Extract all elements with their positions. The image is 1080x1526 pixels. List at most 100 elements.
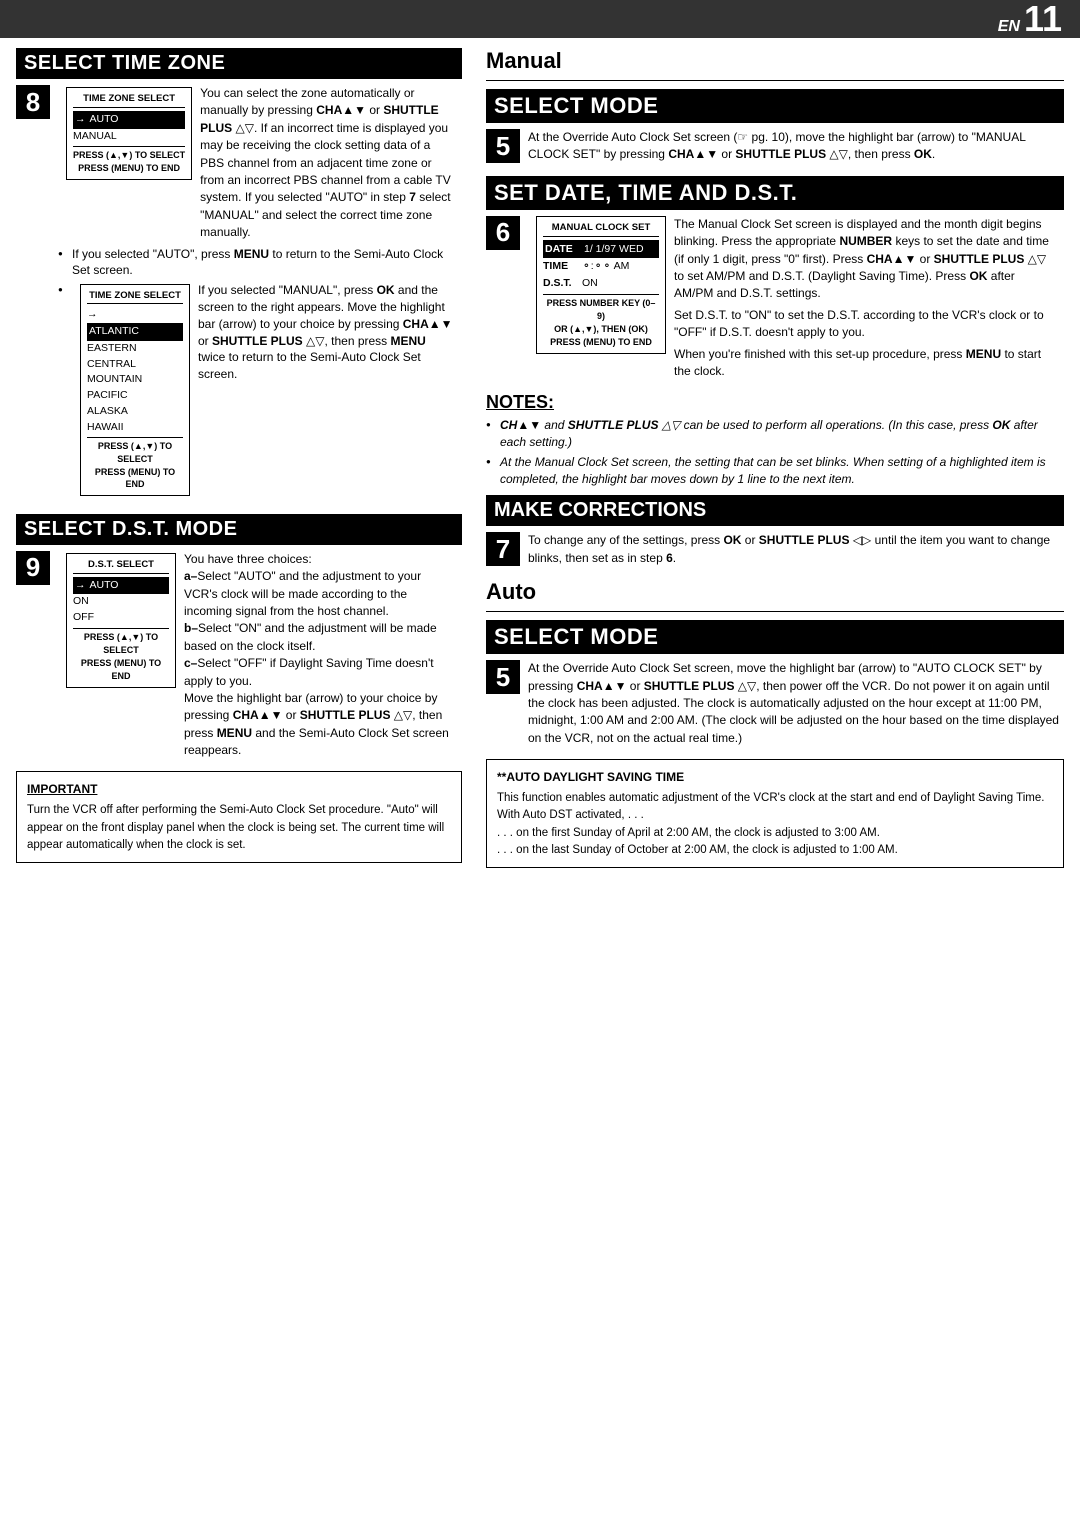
note-2: At the Manual Clock Set screen, the sett… (486, 454, 1064, 488)
shuttle-note1: SHUTTLE PLUS (568, 418, 659, 432)
step-9-content: D.S.T. SELECT → AUTO ON OFF PRESS (▲,▼) … (58, 551, 462, 760)
dst-off: OFF (73, 610, 169, 626)
auto-dst-text2: With Auto DST activated, . . . (497, 807, 1053, 824)
section-9-block: SELECT D.S.T. MODE 9 D.S.T. SELECT → AUT… (16, 514, 462, 760)
en-label: EN (998, 18, 1020, 36)
menu-6: MENU (966, 347, 1001, 361)
cha-note1: CH (500, 418, 517, 432)
mcb-date-val: 1/ 1/97 WED (584, 241, 644, 258)
step-9-number: 9 (16, 551, 50, 585)
tz-arrow-2: → (87, 307, 98, 323)
step-6-p1: The Manual Clock Set screen is displayed… (674, 216, 1056, 303)
mcb-dst-label: D.S.T. (543, 275, 578, 292)
step-6-number: 6 (486, 216, 520, 250)
step-5-manual-text: At the Override Auto Clock Set screen (☞… (528, 129, 1064, 164)
bullet-manual: TIME ZONE SELECT → ATLANTIC EASTERN CENT… (58, 282, 462, 498)
shuttle-5m: SHUTTLE PLUS (735, 147, 826, 161)
step-5-auto-text: At the Override Auto Clock Set screen, m… (528, 660, 1064, 747)
shuttle-bold-2: SHUTTLE PLUS (212, 334, 303, 348)
dst-box: D.S.T. SELECT → AUTO ON OFF PRESS (▲,▼) … (66, 551, 176, 690)
note-2-text: At the Manual Clock Set screen, the sett… (500, 455, 1046, 486)
step-5-auto-content: At the Override Auto Clock Set screen, m… (528, 660, 1064, 747)
tz-alaska: ALASKA (87, 404, 183, 420)
mcb-time-label: TIME (543, 258, 578, 275)
manual-clock-box-wrap: MANUAL CLOCK SET DATE 1/ 1/97 WED TIME ⚬… (536, 216, 666, 354)
step-9-text: You have three choices: a–Select "AUTO" … (184, 551, 454, 760)
step-9-move: Move the highlight bar (arrow) to your c… (184, 690, 454, 760)
section-5-auto-block: SELECT MODE 5 At the Override Auto Clock… (486, 620, 1064, 747)
tz-eastern: EASTERN (87, 341, 183, 357)
note-1: CH▲▼ and SHUTTLE PLUS △▽ can be used to … (486, 417, 1064, 451)
cha-5m: CHA (668, 147, 694, 161)
time-zone-box-2: TIME ZONE SELECT → ATLANTIC EASTERN CENT… (80, 282, 190, 498)
auto-dst-title: **AUTO DAYLIGHT SAVING TIME (497, 768, 1053, 786)
cha-bold-2: CHA (403, 317, 429, 331)
section-9-title: SELECT D.S.T. MODE (16, 514, 462, 545)
make-corrections-title: MAKE CORRECTIONS (486, 495, 1064, 526)
bullet-auto: If you selected "AUTO", press MENU to re… (58, 246, 462, 280)
step-8-content: TIME ZONE SELECT → AUTO MANUAL PRESS (▲,… (58, 85, 462, 502)
step-9-c: c–Select "OFF" if Daylight Saving Time d… (184, 655, 454, 690)
shuttle-6: SHUTTLE PLUS (934, 252, 1025, 266)
section-5-manual-title: SELECT MODE (486, 89, 1064, 123)
tz-display-2: TIME ZONE SELECT → ATLANTIC EASTERN CENT… (80, 284, 190, 496)
tz-manual: MANUAL (73, 129, 117, 145)
step-6-content: MANUAL CLOCK SET DATE 1/ 1/97 WED TIME ⚬… (528, 216, 1064, 381)
step-8-para1: You can select the zone automatically or… (200, 85, 454, 242)
right-column: Manual SELECT MODE 5 At the Override Aut… (476, 48, 1064, 868)
make-corrections-block: MAKE CORRECTIONS 7 To change any of the … (486, 495, 1064, 567)
important-text: Turn the VCR off after performing the Se… (27, 802, 451, 854)
step-6-row: 6 MANUAL CLOCK SET DATE 1/ 1/97 WED (486, 216, 1064, 381)
note-1-text: CH▲▼ and SHUTTLE PLUS △▽ can be used to … (500, 418, 1038, 449)
shuttle-7: SHUTTLE PLUS (759, 533, 850, 547)
step-9-with-box: D.S.T. SELECT → AUTO ON OFF PRESS (▲,▼) … (58, 551, 462, 760)
tz-box2-title: TIME ZONE SELECT (87, 289, 183, 304)
manual-clock-display: MANUAL CLOCK SET DATE 1/ 1/97 WED TIME ⚬… (536, 216, 666, 354)
ok-6: OK (969, 269, 987, 283)
auto-label: Auto (486, 579, 1064, 605)
cha-bold-9: CHA (233, 708, 259, 722)
dst-display: D.S.T. SELECT → AUTO ON OFF PRESS (▲,▼) … (66, 553, 176, 688)
mcb-dst-row: D.S.T. ON (543, 275, 659, 292)
step-8-row: 8 TIME ZONE SELECT → AUTO MANUA (16, 85, 462, 502)
left-column: SELECT TIME ZONE 8 TIME ZONE SELECT → AU… (16, 48, 476, 868)
section-8-title: SELECT TIME ZONE (16, 48, 462, 79)
important-box: IMPORTANT Turn the VCR off after perform… (16, 771, 462, 863)
notes-bullets: CH▲▼ and SHUTTLE PLUS △▽ can be used to … (486, 417, 1064, 487)
a-label: a– (184, 569, 197, 583)
step-5-manual-content: At the Override Auto Clock Set screen (☞… (528, 129, 1064, 164)
ok-5m: OK (914, 147, 932, 161)
mcb-press: PRESS NUMBER KEY (0–9)OR (▲,▼), THEN (OK… (543, 294, 659, 349)
auto-dst-text1: This function enables automatic adjustme… (497, 790, 1053, 807)
step-7-ref: 7 (409, 190, 416, 204)
tz-box1-manual: MANUAL (73, 129, 185, 145)
page-number: 11 (1024, 1, 1062, 37)
step-9-b: b–Select "ON" and the adjustment will be… (184, 620, 454, 655)
ok-note1: OK (992, 418, 1010, 432)
tz-arrow-row: → (87, 307, 183, 323)
time-zone-box-1: TIME ZONE SELECT → AUTO MANUAL PRESS (▲,… (66, 85, 192, 182)
section-5-auto-title: SELECT MODE (486, 620, 1064, 654)
tz-auto: AUTO (90, 112, 119, 128)
menu-bold-2: MENU (391, 334, 426, 348)
auto-divider (486, 611, 1064, 612)
manual-label: Manual (486, 48, 1064, 74)
main-content: SELECT TIME ZONE 8 TIME ZONE SELECT → AU… (0, 38, 1080, 878)
shuttle-bold-9: SHUTTLE PLUS (300, 708, 391, 722)
step-7-number: 7 (486, 532, 520, 566)
tz-central: CENTRAL (87, 357, 183, 373)
tz-mountain: MOUNTAIN (87, 372, 183, 388)
step-9-row: 9 D.S.T. SELECT → AUTO ON OFF (16, 551, 462, 760)
tz-display-1: TIME ZONE SELECT → AUTO MANUAL PRESS (▲,… (66, 87, 192, 180)
cha-label-1: CHA (316, 103, 342, 117)
step-8-text: You can select the zone automatically or… (200, 85, 454, 242)
notes-title: NOTES: (486, 392, 1064, 413)
section-6-title: SET DATE, TIME AND D.S.T. (486, 176, 1064, 210)
ok-bold-1: OK (377, 283, 395, 297)
menu-bold-9: MENU (217, 726, 252, 740)
tz-atlantic: ATLANTIC (87, 323, 183, 341)
step-8-bullets: If you selected "AUTO", press MENU to re… (58, 246, 462, 498)
step-8-with-box: TIME ZONE SELECT → AUTO MANUAL PRESS (▲,… (58, 85, 462, 242)
step-8-number: 8 (16, 85, 50, 119)
menu-bold-1: MENU (234, 247, 269, 261)
